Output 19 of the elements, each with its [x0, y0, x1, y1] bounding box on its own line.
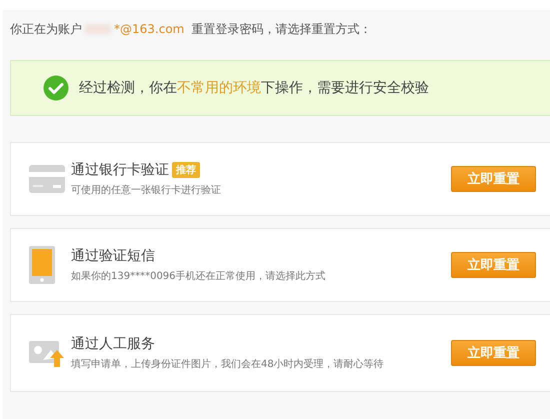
notice-text: 经过检测，你在不常用的环境下操作，需要进行安全校验 [79, 79, 429, 97]
blurred-username [85, 24, 111, 34]
account-email: *@163.com [114, 22, 184, 36]
id-upload-icon [29, 338, 65, 368]
reset-button[interactable]: 立即重置 [451, 252, 536, 278]
method-title: 通过银行卡验证 [71, 161, 169, 179]
bank-card-icon [29, 165, 65, 193]
intro-text: 重置登录密码，请选择重置方式： [191, 20, 372, 38]
method-description: 如果你的139****0096手机还在正常使用，请选择此方式 [71, 270, 327, 283]
phone-icon [29, 246, 55, 284]
method-description: 填写申请单，上传身份证件图片，我们会在48小时内受理，请耐心等待 [71, 358, 385, 371]
method-title: 通过验证短信 [71, 247, 155, 265]
intro-text: 你正在为账户 [10, 20, 82, 38]
reset-button[interactable]: 立即重置 [451, 340, 536, 366]
method-title: 通过人工服务 [71, 335, 155, 353]
reset-button[interactable]: 立即重置 [451, 166, 536, 192]
recommended-badge: 推荐 [172, 162, 200, 178]
method-description: 可使用的任意一张银行卡进行验证 [71, 184, 222, 197]
check-icon [43, 75, 69, 101]
